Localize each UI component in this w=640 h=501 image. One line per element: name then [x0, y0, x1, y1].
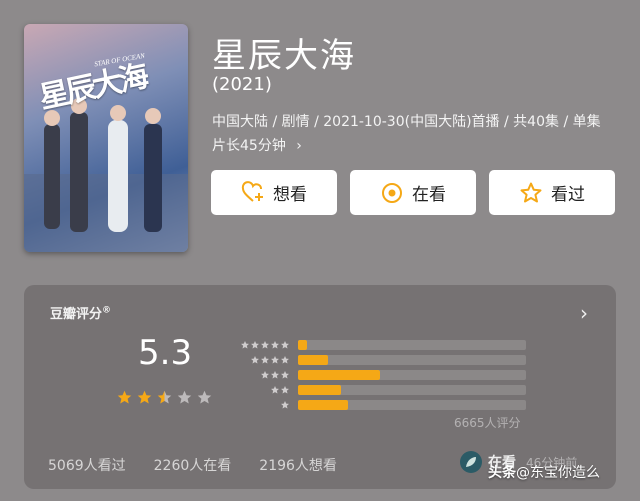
avatar	[460, 451, 482, 473]
rating-star-icon	[137, 390, 152, 404]
stat-watched[interactable]: 5069人看过	[48, 455, 126, 475]
stat-watching[interactable]: 2260人在看	[154, 455, 232, 475]
rating-bar-fill	[298, 399, 349, 410]
registered-mark: ®	[102, 305, 112, 316]
rating-bar-fill	[298, 369, 381, 380]
watching-button[interactable]: 在看	[350, 170, 476, 215]
small-star-icon	[281, 400, 289, 409]
row-stars	[232, 340, 290, 350]
rating-row-4-star	[232, 352, 526, 367]
small-star-icon	[261, 355, 269, 364]
rating-stars	[116, 389, 213, 406]
watermark: 头条@东宝你造么	[488, 462, 600, 482]
rating-bar-fill	[298, 354, 328, 365]
rating-star-icon	[197, 390, 212, 404]
rating-bar-fill	[298, 339, 308, 350]
meta-genre: 剧情	[281, 114, 310, 130]
rating-bar-track	[298, 354, 526, 365]
small-star-icon	[241, 340, 249, 349]
small-star-icon	[251, 340, 259, 349]
small-star-icon	[261, 340, 269, 349]
want-button[interactable]: 想看	[211, 170, 337, 215]
meta-info[interactable]: 中国大陆 / 剧情 / 2021-10-30(中国大陆)首播 / 共40集 / …	[212, 110, 612, 158]
want-button-label: 想看	[273, 185, 307, 205]
page-title: 星辰大海	[212, 36, 356, 76]
rating-distribution	[232, 337, 526, 412]
chevron-right-icon[interactable]: ›	[580, 301, 588, 325]
watch-stats: 5069人看过 2260人在看 2196人想看	[48, 455, 337, 475]
rating-row-3-star	[232, 367, 526, 382]
rating-bar-track	[298, 369, 526, 380]
rating-count: 6665人评分	[454, 416, 521, 430]
meta-separator: /	[272, 114, 278, 130]
watched-button[interactable]: 看过	[489, 170, 615, 215]
rating-bar-track	[298, 384, 526, 395]
meta-separator: /	[563, 114, 569, 130]
small-star-icon	[271, 385, 279, 394]
rating-star-icon	[117, 390, 132, 404]
circle-dot-icon	[382, 182, 402, 203]
poster-image[interactable]: 星辰大海 STAR OF OCEAN	[24, 24, 188, 252]
leaf-icon	[466, 457, 476, 467]
watched-button-label: 看过	[551, 185, 585, 205]
meta-separator: /	[504, 114, 509, 130]
rating-row-2-star	[232, 382, 526, 397]
meta-region: 中国大陆	[212, 114, 268, 130]
chevron-right-icon[interactable]: ›	[296, 138, 302, 154]
small-star-icon	[251, 355, 259, 364]
rating-card-title: 豆瓣评分®	[50, 303, 111, 322]
star-outline-icon	[520, 182, 542, 202]
watermark-handle: @东宝你造么	[516, 465, 600, 481]
small-star-icon	[281, 355, 289, 364]
rating-bar-track	[298, 339, 526, 350]
heart-plus-icon	[241, 180, 263, 202]
meta-separator: /	[314, 114, 319, 130]
small-star-icon	[271, 370, 279, 379]
small-star-icon	[281, 340, 289, 349]
small-star-icon	[261, 370, 269, 379]
row-stars	[232, 385, 290, 395]
rating-source-label: 豆瓣评分	[50, 307, 103, 322]
rating-card[interactable]: 豆瓣评分® › 5.3 6665人评分 5069人看过 2260人在看 2196…	[24, 285, 616, 489]
rating-score: 5.3	[138, 333, 193, 373]
small-star-icon	[281, 385, 289, 394]
release-year: (2021)	[212, 74, 272, 95]
rating-star-icon	[157, 390, 172, 404]
row-stars	[232, 370, 290, 380]
small-star-icon	[271, 340, 279, 349]
rating-bar-fill	[298, 384, 342, 395]
meta-episodes: 共40集	[513, 114, 559, 130]
meta-premiere: 2021-10-30(中国大陆)首播	[323, 114, 500, 130]
row-stars	[232, 355, 290, 365]
small-star-icon	[271, 355, 279, 364]
rating-row-1-star	[232, 397, 526, 412]
rating-star-icon	[177, 390, 192, 404]
small-star-icon	[281, 370, 289, 379]
rating-bar-track	[298, 399, 526, 410]
stat-want[interactable]: 2196人想看	[259, 455, 337, 475]
watching-button-label: 在看	[412, 185, 446, 205]
row-stars	[232, 400, 290, 410]
watermark-brand: 头条	[488, 465, 516, 481]
rating-row-5-star	[232, 337, 526, 352]
